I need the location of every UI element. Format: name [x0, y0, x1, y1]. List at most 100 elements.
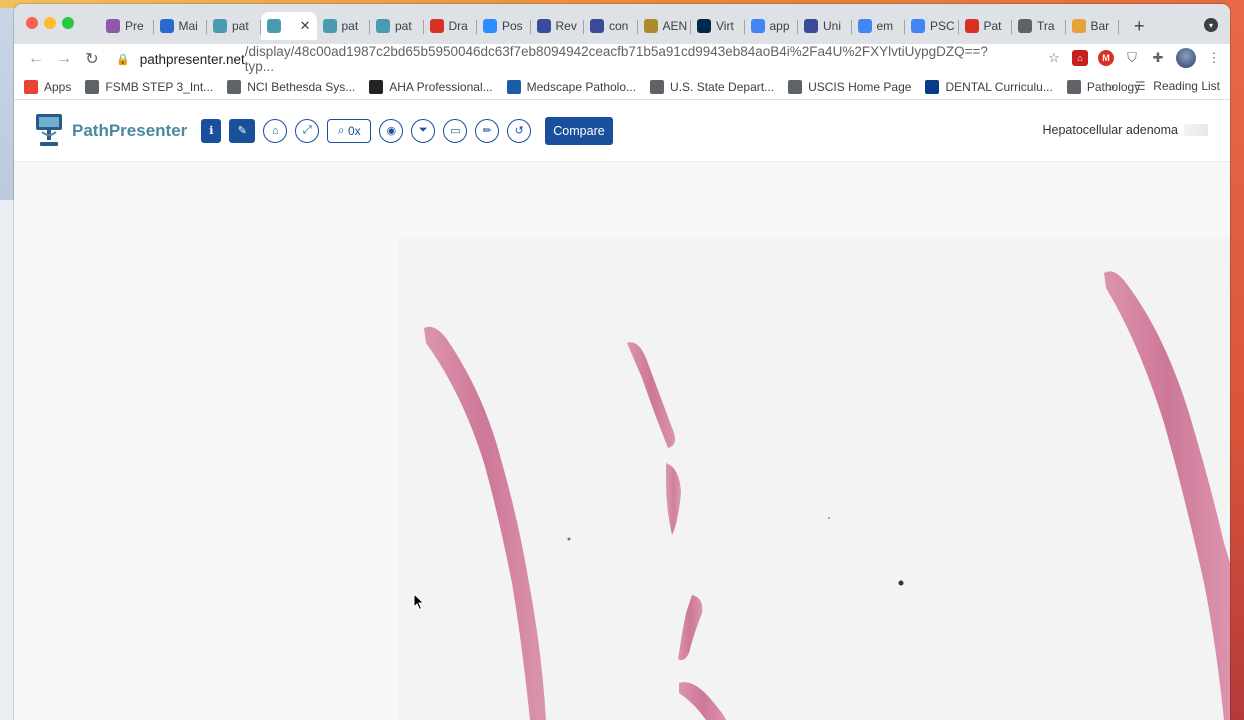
- close-tab-icon[interactable]: ✕: [300, 18, 311, 34]
- rotate-icon: ↺: [514, 125, 524, 137]
- reading-list-button[interactable]: ☰ Reading List: [1133, 79, 1220, 93]
- browser-tab[interactable]: con: [584, 12, 638, 40]
- microscope-logo-icon: [36, 113, 62, 146]
- bookmark-item[interactable]: Medscape Patholo...: [506, 79, 637, 94]
- tab-label: em: [876, 19, 894, 33]
- browser-tab[interactable]: Pre: [100, 12, 154, 40]
- new-tab-button[interactable]: +: [1134, 16, 1145, 37]
- fullscreen-button[interactable]: ⤢: [295, 118, 320, 143]
- forward-arrow-icon[interactable]: →: [50, 50, 78, 68]
- browser-tab[interactable]: Dra: [424, 12, 478, 40]
- tab-label: Mai: [178, 19, 198, 33]
- tab-favicon-icon: [266, 19, 281, 33]
- browser-tab[interactable]: app: [745, 12, 799, 40]
- browser-tab[interactable]: Pat: [959, 12, 1013, 40]
- lock-icon[interactable]: 🔒: [116, 53, 130, 66]
- bookmarks-bar: Apps FSMB STEP 3_Int... NCI Bethesda Sys..…: [14, 74, 1230, 100]
- browser-tab[interactable]: Rev: [531, 12, 585, 40]
- extension-red-icon[interactable]: ⌂: [1072, 50, 1088, 66]
- tissue-core-3: [666, 463, 681, 535]
- bookmark-item[interactable]: Pathology: [1066, 79, 1140, 94]
- tab-label: app: [769, 19, 790, 33]
- browser-tab[interactable]: em: [852, 12, 906, 40]
- bookmark-star-icon[interactable]: ☆: [1046, 50, 1062, 66]
- tab-favicon-icon: [643, 19, 658, 33]
- browser-tab[interactable]: Tra: [1012, 12, 1066, 40]
- magnifier-icon: ⌕: [337, 123, 345, 137]
- bookmark-item[interactable]: FSMB STEP 3_Int...: [85, 79, 214, 94]
- toolbar-actions: ☆ ⌂ M ⛉ ✚ ⋮: [1046, 48, 1222, 68]
- zoom-level-button[interactable]: ⌕ 0x: [327, 118, 372, 143]
- tab-label: Dra: [448, 19, 468, 33]
- back-arrow-icon[interactable]: ←: [22, 50, 50, 68]
- case-title-text: Hepatocellular adenoma: [1042, 123, 1178, 137]
- debris-dot: [898, 580, 904, 586]
- browser-tab[interactable]: Uni: [798, 12, 852, 40]
- browser-tab[interactable]: AEN: [638, 12, 692, 40]
- pathpresenter-logo[interactable]: PathPresenter: [32, 112, 187, 150]
- tab-search-icon[interactable]: ▾: [1204, 18, 1218, 32]
- tab-favicon-icon: [322, 19, 337, 33]
- minimize-window-button[interactable]: [44, 17, 56, 29]
- browser-tab[interactable]: pat: [317, 12, 371, 40]
- bookmark-label: FSMB STEP 3_Int...: [105, 79, 214, 94]
- bookmark-favicon-icon: [788, 79, 803, 94]
- tab-label: Virt: [716, 19, 734, 33]
- browser-tab[interactable]: Bar: [1066, 12, 1120, 40]
- browser-tab[interactable]: pat: [370, 12, 424, 40]
- bookmark-item[interactable]: DENTAL Curriculu...: [925, 79, 1053, 94]
- rotate-button[interactable]: ↺: [507, 118, 532, 143]
- mouse-pointer-icon: [413, 593, 425, 611]
- bookmark-favicon-icon: [925, 79, 940, 94]
- browser-tab[interactable]: Mai: [154, 12, 208, 40]
- slide-viewer[interactable]: [14, 163, 1230, 720]
- draw-button[interactable]: ✏: [475, 118, 500, 143]
- tab-favicon-icon: [159, 19, 174, 33]
- browser-tab[interactable]: Virt: [691, 12, 745, 40]
- kebab-menu-icon[interactable]: ⋮: [1206, 50, 1222, 66]
- reading-list-label: Reading List: [1153, 79, 1220, 93]
- bookmark-item[interactable]: Apps: [24, 79, 71, 94]
- browser-tab[interactable]: pat: [207, 12, 261, 40]
- maximize-window-button[interactable]: [62, 17, 74, 29]
- shield-icon[interactable]: ⛉: [1124, 50, 1140, 66]
- paperclip-icon: ✎: [237, 125, 247, 137]
- bookmark-item[interactable]: USCIS Home Page: [788, 79, 911, 94]
- bookmark-favicon-icon: [85, 79, 100, 94]
- slide-thumbnail[interactable]: [1184, 124, 1208, 136]
- present-button[interactable]: ▭: [443, 118, 468, 143]
- annotation-button[interactable]: ✎: [229, 118, 256, 143]
- browser-tab[interactable]: Pos: [477, 12, 531, 40]
- filter-button[interactable]: ⏷: [411, 118, 436, 143]
- bookmarks-overflow-button[interactable]: »: [1108, 79, 1115, 94]
- bookmark-label: Medscape Patholo...: [526, 79, 637, 94]
- camera-icon: ◉: [386, 125, 397, 137]
- info-icon: ℹ: [209, 125, 214, 137]
- address-bar[interactable]: 🔒 pathpresenter.net/display/48c00ad1987c…: [116, 44, 1016, 74]
- close-window-button[interactable]: [26, 17, 38, 29]
- home-icon: ⌂: [271, 124, 279, 137]
- desktop-wallpaper-right: [1228, 0, 1244, 720]
- url-host: pathpresenter.net: [139, 51, 245, 67]
- info-button[interactable]: ℹ: [201, 118, 222, 143]
- bookmark-item[interactable]: U.S. State Depart...: [650, 79, 774, 94]
- browser-tab[interactable]: PSC: [905, 12, 959, 40]
- tab-favicon-icon: [964, 19, 979, 33]
- logo-text: PathPresenter: [72, 120, 188, 140]
- reload-icon[interactable]: ↻: [78, 49, 106, 69]
- bookmark-item[interactable]: AHA Professional...: [369, 79, 493, 94]
- profile-avatar[interactable]: [1176, 48, 1196, 68]
- puzzle-extensions-icon[interactable]: ✚: [1150, 50, 1166, 66]
- home-button[interactable]: ⌂: [263, 118, 288, 143]
- snapshot-button[interactable]: ◉: [379, 118, 404, 143]
- tab-label: Pre: [125, 19, 144, 33]
- tab-favicon-icon: [911, 19, 925, 33]
- tab-favicon-icon: [750, 19, 765, 33]
- case-title: Hepatocellular adenoma: [1042, 123, 1208, 137]
- compare-button[interactable]: Compare: [545, 116, 613, 145]
- tab-active[interactable]: ✕: [260, 12, 317, 40]
- tab-favicon-icon: [376, 19, 390, 33]
- bookmark-item[interactable]: NCI Bethesda Sys...: [227, 79, 355, 94]
- extension-m-icon[interactable]: M: [1098, 50, 1114, 66]
- tissue-core-4: [678, 595, 703, 661]
